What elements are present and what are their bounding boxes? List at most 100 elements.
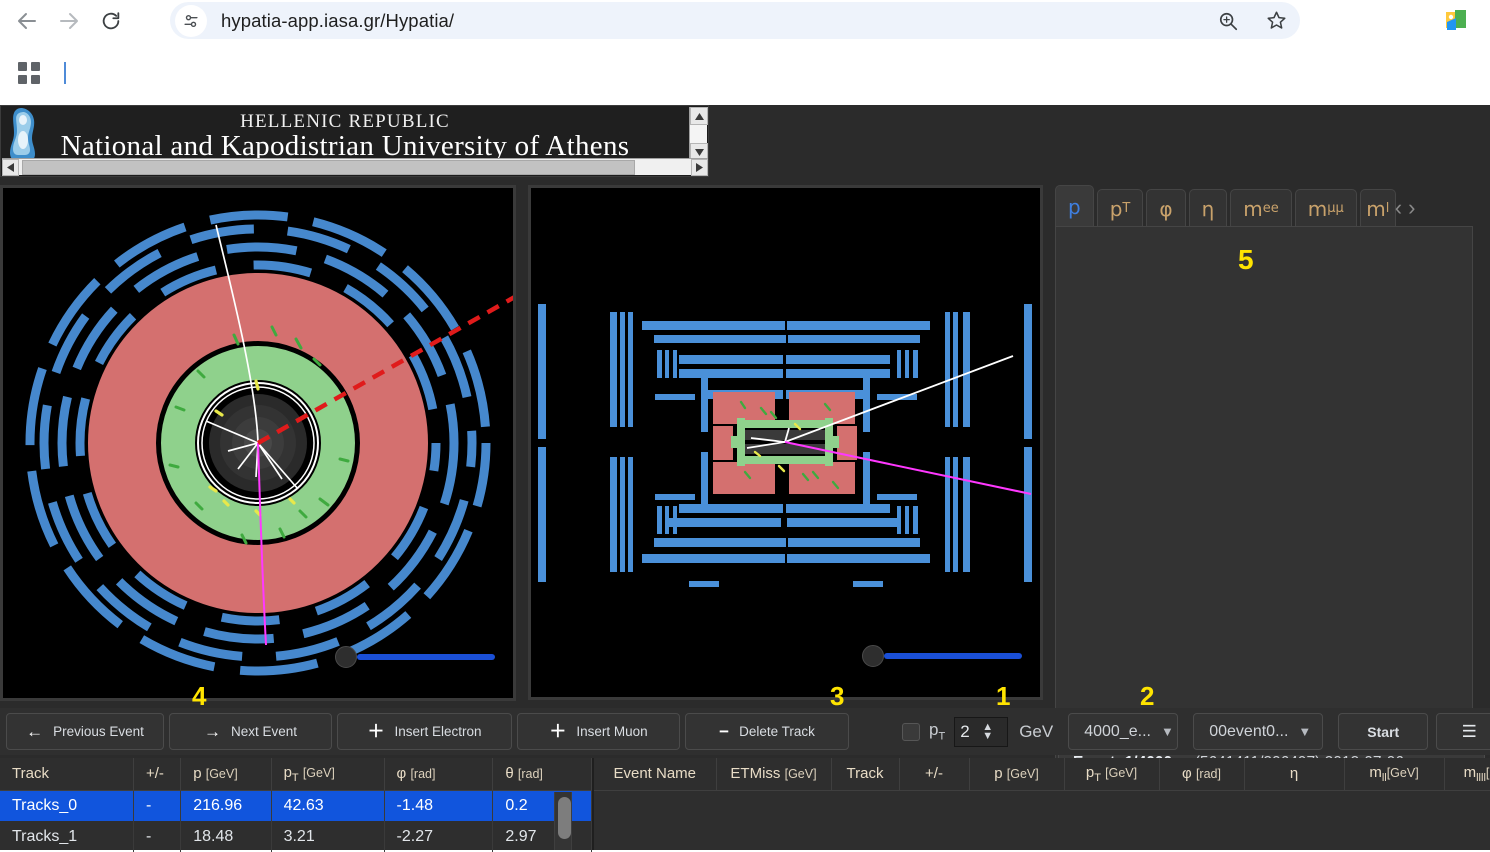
track-col-p[interactable]: p [GeV]	[180, 758, 272, 791]
profile-avatar-icon	[1446, 10, 1466, 30]
table-row[interactable]: Tracks_1 - 18.48 3.21 -2.27 2.97	[0, 821, 592, 852]
next-event-button[interactable]: → Next Event	[169, 713, 332, 750]
scroll-left-arrow-icon[interactable]	[2, 158, 19, 176]
tab-mll-label: m	[1366, 196, 1386, 221]
tab-pt[interactable]: pT	[1096, 189, 1144, 227]
address-bar[interactable]: hypatia-app.iasa.gr/Hypatia/	[170, 2, 1300, 39]
event-col-etmiss-unit: [GeV]	[784, 767, 817, 782]
event-dropdown[interactable]: 00event0... ▼	[1193, 713, 1324, 750]
scroll-up-arrow-icon[interactable]	[690, 107, 708, 125]
forward-arrow-icon	[60, 12, 78, 29]
pt-cut-label-sub: T	[938, 730, 946, 743]
track-table-scroll-thumb[interactable]	[558, 797, 571, 839]
bookmark-button[interactable]	[1252, 2, 1300, 39]
track-col-charge[interactable]: +/-	[133, 758, 182, 791]
event-col-p-unit: [GeV]	[1006, 767, 1039, 782]
site-info-button[interactable]	[175, 4, 207, 37]
previous-event-button[interactable]: ← Previous Event	[6, 713, 164, 750]
event-col-pt[interactable]: pT [GeV]	[1064, 758, 1160, 791]
back-button[interactable]	[6, 0, 48, 41]
zoom-button[interactable]	[1204, 2, 1252, 39]
event-col-etmiss[interactable]: ETMiss [GeV]	[716, 758, 832, 791]
tab-prev-icon[interactable]: ‹	[1395, 197, 1402, 219]
tab-mll[interactable]: ml	[1359, 189, 1396, 227]
event-col-mll[interactable]: mll[GeV]	[1344, 758, 1445, 791]
event-col-name[interactable]: Event Name	[594, 758, 717, 791]
forward-button[interactable]	[48, 0, 90, 41]
event-table: Event Name ETMiss [GeV] Track +/- p [GeV…	[594, 758, 1490, 850]
rz-slider-knob[interactable]	[862, 645, 884, 667]
insert-electron-button[interactable]: ＋ Insert Electron	[337, 713, 512, 750]
rz-slider-track[interactable]	[884, 653, 1022, 659]
track-col-phi-unit: [rad]	[410, 767, 436, 782]
event-col-p[interactable]: p [GeV]	[969, 758, 1065, 791]
banner-vertical-scrollbar[interactable]	[689, 107, 708, 161]
track-col-track[interactable]: Track	[0, 758, 134, 791]
banner-horizontal-scrollbar[interactable]	[2, 158, 708, 176]
profile-avatar[interactable]	[1442, 6, 1470, 34]
event-col-phi[interactable]: φ [rad]	[1159, 758, 1245, 791]
xy-slider-track[interactable]	[357, 654, 495, 660]
track-col-pt[interactable]: pT [GeV]	[271, 758, 385, 791]
tab-p-label: p	[1068, 194, 1081, 219]
insert-muon-button[interactable]: ＋ Insert Muon	[517, 713, 680, 750]
site-settings-icon	[184, 14, 198, 27]
annotation-2: 2	[1140, 681, 1155, 711]
menu-button[interactable]: ☰	[1436, 713, 1490, 750]
scroll-right-arrow-icon[interactable]	[691, 158, 708, 176]
apps-grid-dot	[31, 75, 40, 84]
detector-rz-view[interactable]	[528, 185, 1043, 700]
event-col-eta[interactable]: η	[1244, 758, 1345, 791]
annotation-4: 4	[192, 681, 207, 711]
event-col-track[interactable]: Track	[831, 758, 900, 791]
banner-hscroll-thumb[interactable]	[22, 159, 635, 175]
url-text[interactable]: hypatia-app.iasa.gr/Hypatia/	[221, 10, 454, 32]
tab-next-icon[interactable]: ›	[1408, 197, 1415, 219]
track-col-pt-sub: T	[291, 771, 299, 784]
track-col-theta-unit: [rad]	[517, 767, 543, 782]
track-col-phi-label: φ	[396, 765, 407, 783]
event-col-m4l-sub: llll	[1476, 771, 1486, 784]
university-banner-frame: HELLENIC REPUBLIC National and Kapodistr…	[0, 105, 709, 177]
tab-mll-sub: l	[1385, 201, 1390, 216]
event-col-m4l-unit: [GeV	[1485, 765, 1490, 780]
event-col-etmiss-label: ETMiss	[730, 765, 781, 783]
banner-vscroll-track[interactable]	[690, 125, 707, 143]
tab-phi-label: φ	[1159, 196, 1173, 221]
tab-eta[interactable]: η	[1188, 189, 1228, 227]
detector-xy-view[interactable]	[0, 185, 516, 701]
event-col-charge[interactable]: +/-	[899, 758, 970, 791]
browser-toolbar: hypatia-app.iasa.gr/Hypatia/	[0, 0, 1490, 41]
event-col-m4l[interactable]: mllll[GeV	[1444, 758, 1490, 791]
track-col-track-label: Track	[12, 765, 49, 783]
tab-mee[interactable]: m ee	[1230, 189, 1292, 227]
reload-button[interactable]	[90, 0, 132, 41]
tab-p[interactable]: p	[1055, 185, 1094, 227]
track-col-phi[interactable]: φ [rad]	[384, 758, 494, 791]
table-row[interactable]: Tracks_0 - 216.96 42.63 -1.48 0.2	[0, 790, 592, 821]
cell-pt: 42.63	[271, 790, 385, 821]
pt-cut-value[interactable]: 2	[955, 722, 982, 742]
pt-cut-spinner[interactable]: 2 ▲ ▼	[954, 716, 1009, 747]
tab-mee-label: m	[1243, 196, 1263, 221]
histogram-canvas[interactable]: 5	[1055, 226, 1473, 771]
tab-phi[interactable]: φ	[1146, 189, 1186, 227]
pt-cut-checkbox[interactable]	[902, 722, 920, 741]
spinner-down-arrow[interactable]: ▼	[982, 730, 993, 741]
start-button[interactable]: Start	[1338, 713, 1429, 750]
apps-grid-icon[interactable]	[14, 58, 44, 88]
xy-slider-knob[interactable]	[335, 646, 357, 668]
delete-track-button[interactable]: − Delete Track	[685, 713, 849, 750]
xy-zoom-slider[interactable]	[335, 646, 495, 668]
spinner-arrows-icon[interactable]: ▲ ▼	[982, 721, 993, 741]
dataset-dropdown-value: 4000_e...	[1084, 722, 1151, 740]
dataset-dropdown[interactable]: 4000_e... ▼	[1068, 713, 1179, 750]
tab-mmumu[interactable]: m μμ	[1294, 189, 1357, 227]
track-col-theta[interactable]: θ [rad]	[492, 758, 592, 791]
hamburger-menu-icon: ☰	[1461, 721, 1477, 741]
tab-scroll-nav: ‹ ›	[1395, 197, 1416, 227]
event-col-mll-label: m	[1369, 763, 1382, 781]
rz-zoom-slider[interactable]	[862, 645, 1022, 667]
star-icon	[1266, 11, 1286, 29]
track-table-scrollbar[interactable]	[554, 792, 572, 850]
